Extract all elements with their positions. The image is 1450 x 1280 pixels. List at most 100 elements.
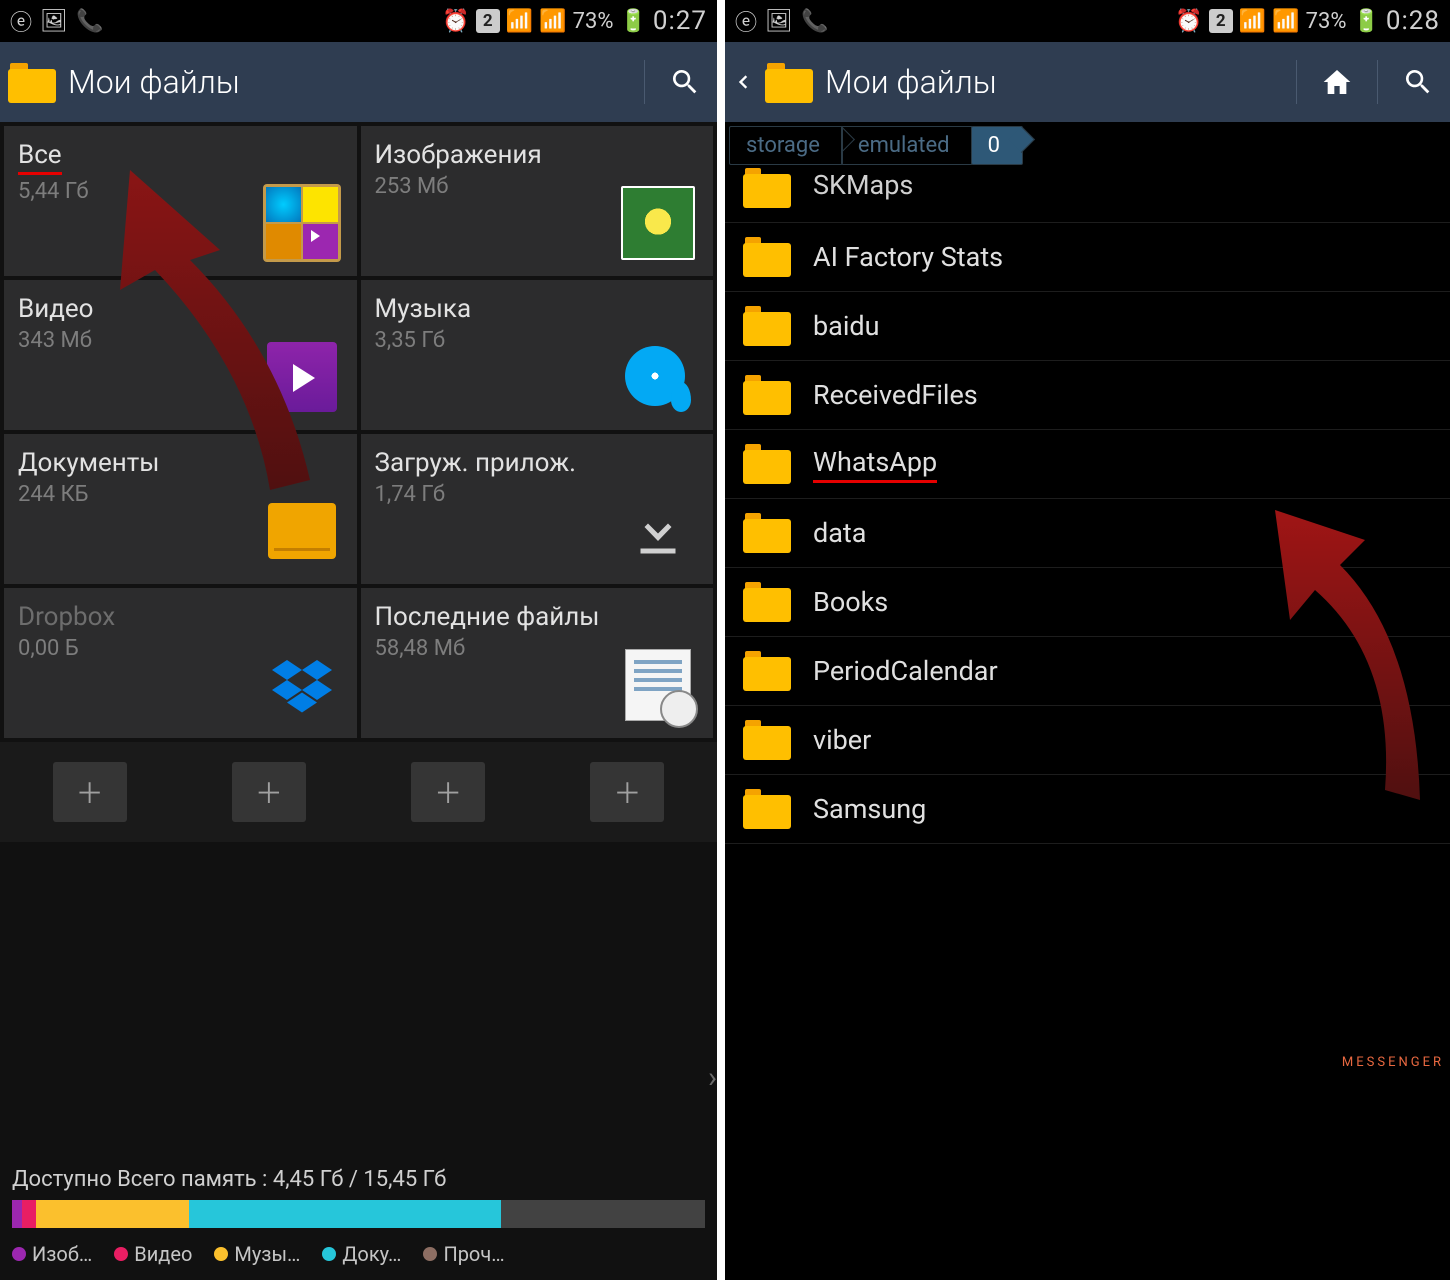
dropbox-icon [263, 646, 341, 724]
crumb-storage[interactable]: storage [729, 126, 843, 165]
page-caret-icon: › [708, 1060, 717, 1095]
folder-name: PeriodCalendar [813, 655, 998, 687]
shortcuts-bar: ＋ ＋ ＋ ＋ [0, 742, 717, 842]
folder-icon [743, 237, 791, 277]
signal-icon: 📶 [1239, 9, 1266, 34]
tile-documents[interactable]: Документы 244 КБ [4, 434, 357, 584]
folder-row[interactable]: SKMaps [725, 168, 1450, 223]
screen-left: ⓔ 🖼 📞 ⏰ 2 📶 📶 73% 🔋 0:27 Мои файлы Все 5… [0, 0, 725, 1280]
tile-downloads[interactable]: Загруж. прилож. 1,74 Гб [361, 434, 714, 584]
storage-label: Доступно Всего память : 4,45 Гб / 15,45 … [12, 1167, 705, 1192]
folder-icon [743, 444, 791, 484]
folder-icon [743, 651, 791, 691]
folder-icon [743, 168, 791, 208]
battery-pct: 73% [573, 9, 614, 34]
folder-icon [743, 375, 791, 415]
folder-name: Samsung [813, 793, 926, 825]
folder-row[interactable]: baidu [725, 292, 1450, 361]
alarm-icon: ⏰ [1175, 9, 1202, 34]
battery-icon: 🔋 [1352, 9, 1379, 34]
download-icon [619, 492, 697, 570]
crumb-emulated[interactable]: emulated [841, 126, 973, 165]
storage-panel: Доступно Всего память : 4,45 Гб / 15,45 … [0, 1153, 717, 1280]
folder-row[interactable]: Books [725, 568, 1450, 637]
clock-text: 0:28 [1386, 6, 1440, 36]
tile-music[interactable]: Музыка 3,35 Гб [361, 280, 714, 430]
folder-icon [743, 789, 791, 829]
folder-row[interactable]: ReceivedFiles [725, 361, 1450, 430]
folder-icon [743, 513, 791, 553]
app-title-r: Мои файлы [825, 63, 1280, 101]
folder-icon [743, 720, 791, 760]
alarm-icon: ⏰ [442, 9, 469, 34]
collage-icon [263, 184, 341, 262]
battery-icon: 🔋 [619, 9, 646, 34]
folder-list: SKMaps AI Factory Stats baidu ReceivedFiles… [725, 168, 1450, 1280]
phone-icon: 📞 [76, 9, 103, 34]
app-folder-icon [765, 61, 813, 103]
crumb-0[interactable]: 0 [971, 126, 1023, 165]
tile-all-title: Все [18, 140, 62, 175]
tile-all[interactable]: Все 5,44 Гб [4, 126, 357, 276]
sim-badge: 2 [476, 9, 500, 33]
envelope-icon [268, 503, 336, 559]
flower-icon [621, 186, 695, 260]
folder-name: viber [813, 724, 871, 756]
legend-item: Доку… [322, 1242, 401, 1266]
folder-row[interactable]: PeriodCalendar [725, 637, 1450, 706]
search-button[interactable] [661, 58, 709, 106]
legend-item: Изоб… [12, 1242, 92, 1266]
sim-badge: 2 [1209, 9, 1233, 33]
signal-icon: 📶 [506, 9, 533, 34]
add-shortcut-4[interactable]: ＋ [590, 762, 664, 822]
folder-row[interactable]: Samsung [725, 775, 1450, 844]
app-folder-icon [8, 61, 56, 103]
legend-item: Проч… [423, 1242, 504, 1266]
video-icon [267, 342, 337, 412]
e-icon: ⓔ [10, 5, 32, 37]
folder-name: baidu [813, 310, 880, 342]
picture-icon: 🖼 [765, 9, 793, 34]
storage-bar [12, 1200, 705, 1228]
statusbar-r: ⓔ 🖼 📞 ⏰ 2 📶 📶 73% 🔋 0:28 [725, 0, 1450, 42]
signal2-icon: 📶 [1272, 9, 1299, 34]
phone-icon: 📞 [801, 9, 828, 34]
tile-dropbox[interactable]: Dropbox 0,00 Б [4, 588, 357, 738]
legend-item: Видео [114, 1242, 192, 1266]
folder-icon [743, 582, 791, 622]
tile-recent[interactable]: Последние файлы 58,48 Мб [361, 588, 714, 738]
category-grid: Все 5,44 Гб Изображения 253 Мб Видео 343… [0, 122, 717, 742]
add-shortcut-2[interactable]: ＋ [232, 762, 306, 822]
tile-images[interactable]: Изображения 253 Мб [361, 126, 714, 276]
statusbar: ⓔ 🖼 📞 ⏰ 2 📶 📶 73% 🔋 0:27 [0, 0, 717, 42]
add-shortcut-1[interactable]: ＋ [53, 762, 127, 822]
folder-row[interactable]: data [725, 499, 1450, 568]
screen-right: ⓔ 🖼 📞 ⏰ 2 📶 📶 73% 🔋 0:28 Мои файлы stora… [725, 0, 1450, 1280]
folder-name: WhatsApp [813, 446, 937, 483]
add-shortcut-3[interactable]: ＋ [411, 762, 485, 822]
folder-row[interactable]: WhatsApp [725, 430, 1450, 499]
appbar-r: Мои файлы [725, 42, 1450, 122]
back-button[interactable] [733, 62, 753, 102]
tile-video[interactable]: Видео 343 Мб [4, 280, 357, 430]
folder-row[interactable]: AI Factory Stats [725, 223, 1450, 292]
breadcrumbs: storageemulated0 [725, 122, 1450, 168]
clock-text: 0:27 [653, 6, 707, 36]
app-title: Мои файлы [68, 63, 628, 101]
storage-legend: Изоб…ВидеоМузы…Доку…Проч… [12, 1242, 705, 1266]
folder-icon [743, 306, 791, 346]
folder-name: Books [813, 586, 888, 618]
picture-icon: 🖼 [40, 9, 68, 34]
e-icon: ⓔ [735, 5, 757, 37]
home-button[interactable] [1313, 58, 1361, 106]
appbar: Мои файлы [0, 42, 717, 122]
signal2-icon: 📶 [539, 9, 566, 34]
folder-name: SKMaps [813, 169, 913, 201]
folder-row[interactable]: viber [725, 706, 1450, 775]
folder-name: AI Factory Stats [813, 241, 1003, 273]
folder-name: ReceivedFiles [813, 379, 978, 411]
battery-pct: 73% [1306, 9, 1347, 34]
music-icon [623, 342, 693, 412]
watermark: MESSENGER [1342, 1055, 1444, 1070]
search-button[interactable] [1394, 58, 1442, 106]
